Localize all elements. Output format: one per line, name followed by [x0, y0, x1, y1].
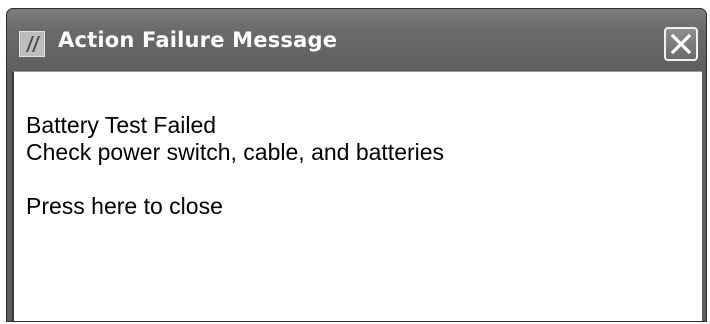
app-logo-icon: [19, 31, 45, 57]
dialog-window: Action Failure Message Battery Test Fail…: [6, 8, 707, 322]
message-body: Battery Test Failed Check power switch, …: [26, 112, 444, 220]
error-detail: Check power switch, cable, and batteries: [26, 139, 445, 165]
close-button[interactable]: [664, 27, 698, 61]
window-title: Action Failure Message: [58, 28, 338, 52]
message-area: Battery Test Failed Check power switch, …: [12, 71, 702, 321]
title-bar[interactable]: Action Failure Message: [7, 9, 706, 71]
press-to-close-link[interactable]: Press here to close: [26, 193, 444, 220]
error-heading: Battery Test Failed: [26, 112, 217, 138]
close-icon: [670, 33, 692, 55]
